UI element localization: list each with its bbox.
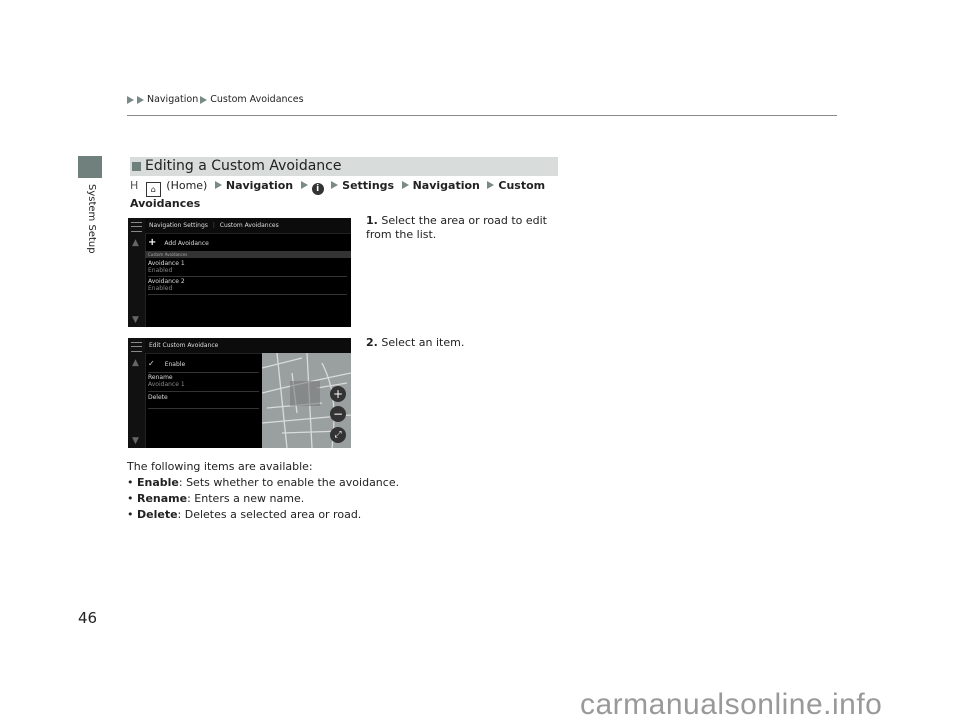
breadcrumb: Navigation Custom Avoidances (127, 94, 304, 105)
map-preview: + − ⤢ (262, 353, 351, 448)
screenshot-edit-avoidance: ▲ ▼ Edit Custom Avoidance ✓ Enable Rename… (128, 338, 351, 448)
page-number: 46 (78, 609, 98, 627)
arrow-icon (214, 181, 222, 189)
step-1: 1. Select the area or road to edit from … (366, 214, 547, 241)
check-icon: ✓ (148, 359, 155, 368)
home-label: (Home) (166, 179, 208, 192)
available-item: • Enable: Sets whether to enable the avo… (127, 476, 400, 489)
path-symbol-icon: H (130, 179, 139, 192)
arrow-icon (127, 95, 134, 104)
screen-title: Navigation Settings (149, 222, 208, 229)
screenshot-custom-avoidances: ▲ ▼ Navigation Settings | Custom Avoidan… (128, 218, 351, 327)
arrow-icon (331, 181, 339, 189)
available-items: The following items are available: • Ena… (127, 459, 399, 523)
arrow-icon (300, 181, 308, 189)
list-item: Avoidance 1 Enabled (148, 260, 347, 277)
screen-subtitle: Custom Avoidances (219, 222, 279, 229)
more-options-icon: i (311, 183, 324, 195)
delete-option: Delete (148, 394, 259, 409)
section-heading: Editing a Custom Avoidance (130, 157, 558, 176)
step-2: 2. Select an item. (366, 336, 465, 349)
watermark: carmanualsonline.info (580, 688, 883, 721)
available-intro: The following items are available: (127, 460, 313, 473)
screen-title-bar: Navigation Settings | Custom Avoidances (145, 218, 351, 234)
arrow-icon (200, 95, 208, 104)
fit-map-icon: ⤢ (330, 427, 346, 443)
enable-option: ✓ Enable (148, 355, 259, 373)
scroll-rail: ▲ ▼ (128, 338, 146, 448)
home-icon: ⌂ (145, 182, 161, 197)
screen-title-bar: Edit Custom Avoidance (145, 338, 351, 354)
scroll-up-icon: ▲ (132, 358, 139, 368)
scroll-up-icon: ▲ (132, 238, 139, 248)
list-item: Avoidance 2 Enabled (148, 278, 347, 295)
path-step: Navigation (225, 179, 294, 192)
path-step: Settings (342, 179, 395, 192)
scroll-rail: ▲ ▼ (128, 218, 146, 327)
path-step: Navigation (412, 179, 480, 192)
menu-icon (131, 222, 142, 232)
section-tab-marker (78, 156, 102, 178)
plus-icon: + (148, 237, 157, 248)
breadcrumb-item: Custom Avoidances (210, 94, 304, 105)
rename-option: Rename Avoidance 1 (148, 374, 259, 392)
section-title: Editing a Custom Avoidance (145, 158, 342, 174)
arrow-icon (401, 181, 409, 189)
scroll-down-icon: ▼ (132, 315, 139, 325)
header-divider (127, 115, 837, 116)
arrow-icon (487, 181, 495, 189)
available-item: • Rename: Enters a new name. (127, 492, 305, 505)
arrow-icon (137, 95, 144, 104)
section-tab-label: System Setup (86, 184, 97, 254)
add-avoidance-button: + Add Avoidance (148, 237, 209, 248)
scroll-down-icon: ▼ (132, 436, 139, 446)
menu-path: H ⌂ (Home) Navigation i Settings Navigat… (130, 179, 550, 211)
available-item: • Delete: Deletes a selected area or roa… (127, 508, 362, 521)
menu-icon (131, 342, 142, 352)
breadcrumb-item: Navigation (147, 94, 199, 105)
zoom-out-icon: − (330, 406, 346, 422)
zoom-in-icon: + (330, 386, 346, 402)
heading-square-icon (132, 162, 141, 171)
group-header: Custom Avoidances (145, 251, 351, 258)
